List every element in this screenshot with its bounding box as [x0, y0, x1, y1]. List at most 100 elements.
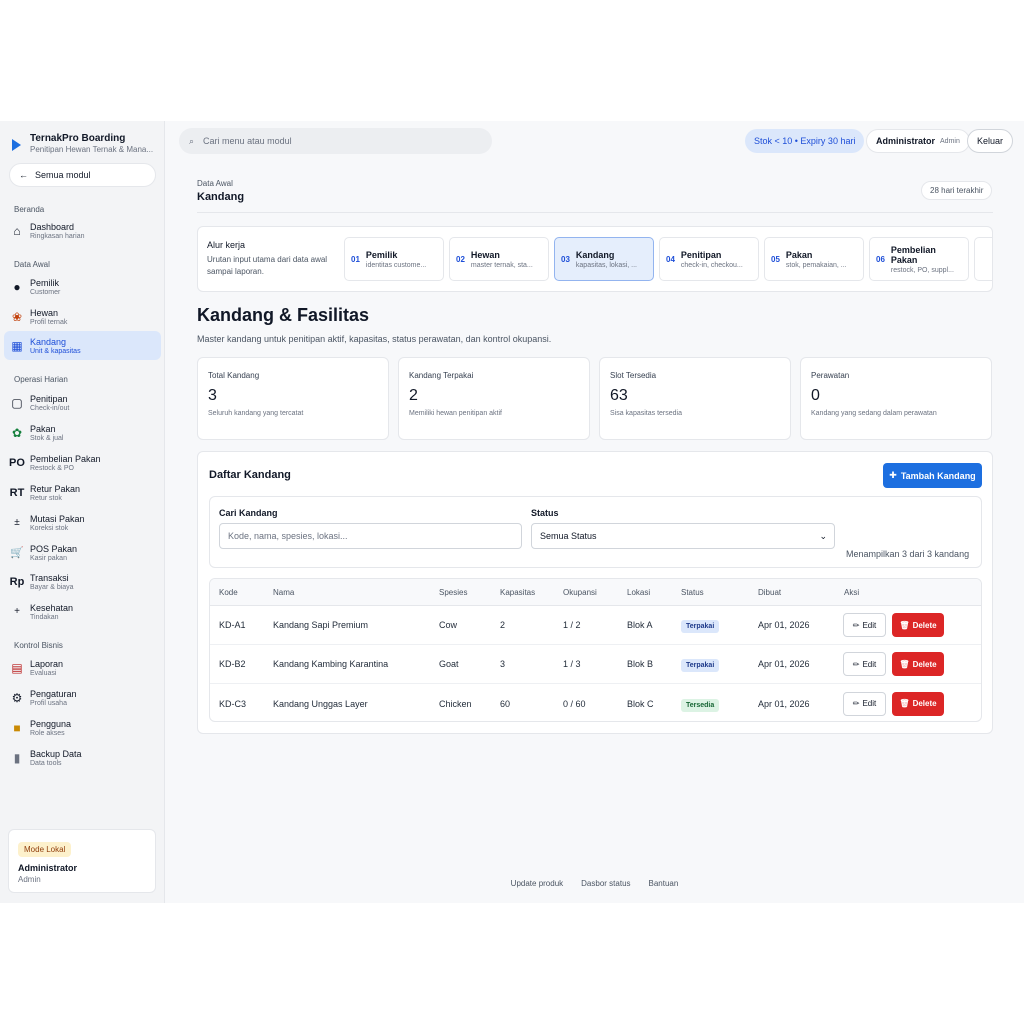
- workflow-step-penitipan[interactable]: 04 Penitipan check-in, checkou...: [659, 237, 759, 281]
- cell-lokasi: Blok C: [627, 698, 654, 709]
- sidebar-item-pos-pakan[interactable]: 🛒 POS Pakan Kasir pakan: [4, 538, 161, 567]
- search-input[interactable]: ⌕ Cari menu atau modul: [179, 128, 492, 154]
- col-aksi: Aksi: [844, 587, 860, 597]
- stat-caption: Kandang yang sedang dalam perawatan: [811, 410, 937, 417]
- logout-button[interactable]: Keluar: [967, 129, 1014, 153]
- footer-link-help[interactable]: Bantuan: [649, 879, 679, 888]
- pencil-icon: ✏: [852, 699, 860, 708]
- delete-button[interactable]: 🗑 Delete: [892, 652, 944, 676]
- sidebar-item-hewan[interactable]: ❀ Hewan Profil ternak: [4, 302, 161, 331]
- sidebar-item-sub: Koreksi stok: [30, 524, 69, 532]
- delete-button[interactable]: 🗑 Delete: [892, 613, 944, 637]
- sidebar-item-label: Pengguna: [30, 718, 72, 729]
- step-desc: identitas custome...: [365, 261, 427, 269]
- sidebar-item-mutasi-pakan[interactable]: ± Mutasi Pakan Koreksi stok: [4, 508, 161, 537]
- sidebar-item-retur-pakan[interactable]: RT Retur Pakan Retur stok: [4, 478, 161, 507]
- sidebar-item-transaksi[interactable]: Rp Transaksi Bayar & biaya: [4, 567, 161, 596]
- table-row: KD-B2 Kandang Kambing Karantina Goat 3 1…: [210, 645, 981, 684]
- all-modules-button[interactable]: ← Semua modul: [9, 163, 156, 187]
- app-window: TernakPro Boarding Penitipan Hewan Terna…: [0, 121, 1024, 903]
- sidebar-item-label: Dashboard: [30, 221, 75, 232]
- cell-kode: KD-C3: [219, 698, 247, 709]
- workflow-step-hewan[interactable]: 02 Hewan master ternak, sta...: [449, 237, 549, 281]
- sidebar-item-label: Pemilik: [30, 277, 60, 288]
- search-placeholder: Cari menu atau modul: [203, 136, 292, 146]
- step-number: 02: [456, 254, 465, 264]
- topbar-user-name: Administrator: [876, 136, 936, 146]
- sidebar-item-sub: Restock & PO: [30, 464, 74, 472]
- step-label: Penitipan: [680, 249, 722, 260]
- section-data-awal: Data Awal: [14, 260, 50, 269]
- search-kandang-input[interactable]: Kode, nama, spesies, lokasi...: [219, 523, 522, 549]
- cell-kapasitas: 60: [500, 698, 511, 709]
- sidebar-item-kandang[interactable]: ▦ Kandang Unit & kapasitas: [4, 331, 161, 360]
- step-label: Pembelian Pakan: [890, 244, 936, 265]
- cell-okupansi: 1 / 2: [563, 620, 581, 630]
- sidebar-item-label: Mutasi Pakan: [30, 513, 85, 524]
- breadcrumb-section[interactable]: Data Awal: [197, 179, 233, 188]
- status-badge: Terpakai: [681, 620, 720, 633]
- filter-box: Cari Kandang Kode, nama, spesies, lokasi…: [209, 496, 982, 568]
- edit-label: Edit: [862, 620, 877, 630]
- grid-icon: ▦: [11, 338, 23, 353]
- workflow-step-pemilik[interactable]: 01 Pemilik identitas custome...: [344, 237, 444, 281]
- step-number: 03: [561, 254, 570, 264]
- step-desc: restock, PO, suppl...: [890, 266, 954, 274]
- col-okupansi: Okupansi: [563, 587, 597, 597]
- sidebar-item-kesehatan[interactable]: + Kesehatan Tindakan: [4, 597, 161, 626]
- cell-nama: Kandang Unggas Layer: [273, 698, 368, 709]
- person-icon: ●: [13, 279, 21, 294]
- brand[interactable]: TernakPro Boarding Penitipan Hewan Terna…: [0, 121, 164, 161]
- status-select[interactable]: Semua Status ⌄: [531, 523, 835, 549]
- stat-label: Perawatan: [811, 371, 850, 380]
- pencil-icon: ✏: [852, 659, 860, 669]
- sidebar-item-pakan[interactable]: ✿ Pakan Stok & jual: [4, 418, 161, 447]
- sidebar-item-penitipan[interactable]: ▢ Penitipan Check-in/out: [4, 388, 161, 417]
- chevron-down-icon: ⌄: [819, 530, 827, 541]
- date-range-badge[interactable]: 28 hari terakhir: [921, 181, 993, 200]
- workflow-step-next[interactable]: [974, 237, 992, 281]
- sidebar-item-dashboard[interactable]: ⌂ Dashboard Ringkasan harian: [4, 216, 161, 245]
- user-menu-button[interactable]: Administrator Admin: [866, 129, 970, 153]
- delete-button[interactable]: 🗑 Delete: [892, 691, 944, 716]
- edit-button[interactable]: ✏ Edit: [843, 691, 886, 716]
- mode-badge: Mode Lokal: [18, 842, 72, 857]
- sidebar-item-backup-data[interactable]: ▮ Backup Data Data tools: [4, 743, 161, 772]
- sidebar-item-laporan[interactable]: ▤ Laporan Evaluasi: [4, 653, 161, 682]
- feed-icon: ✿: [11, 425, 23, 440]
- add-kandang-button[interactable]: ✚ Tambah Kandang: [883, 463, 982, 488]
- sidebar-item-pembelian-pakan[interactable]: PO Pembelian Pakan Restock & PO: [4, 448, 161, 477]
- workflow-step-kandang[interactable]: 03 Kandang kapasitas, lokasi, ...: [554, 237, 654, 281]
- col-kode: Kode: [219, 587, 238, 597]
- workflow-step-pembelian-pakan[interactable]: 06 Pembelian Pakan restock, PO, suppl...: [869, 237, 969, 281]
- stat-label: Total Kandang: [208, 371, 260, 380]
- sidebar-item-pengguna[interactable]: ■ Pengguna Role akses: [4, 713, 161, 742]
- sidebar-item-label: Hewan: [30, 307, 59, 318]
- edit-button[interactable]: ✏ Edit: [843, 613, 886, 637]
- sidebar-item-sub: Stok & jual: [30, 434, 64, 442]
- sidebar-item-sub: Data tools: [30, 759, 62, 767]
- stock-alert-badge[interactable]: Stok < 10 • Expiry 30 hari: [745, 129, 865, 153]
- section-beranda: Beranda: [14, 205, 45, 214]
- stat-label: Kandang Terpakai: [409, 371, 474, 380]
- footer-link-status[interactable]: Dasbor status: [581, 879, 630, 888]
- edit-button[interactable]: ✏ Edit: [843, 652, 886, 676]
- col-spesies: Spesies: [439, 587, 468, 597]
- sidebar-item-sub: Retur stok: [30, 494, 62, 502]
- workflow-step-pakan[interactable]: 05 Pakan stok, pemakaian, ...: [764, 237, 864, 281]
- footer-link-update[interactable]: Update produk: [511, 879, 563, 888]
- step-label: Pemilik: [365, 249, 398, 260]
- user-role: Admin: [18, 875, 41, 884]
- health-plus-icon: +: [14, 606, 20, 617]
- table-row: KD-C3 Kandang Unggas Layer Chicken 60 0 …: [210, 684, 981, 721]
- step-label: Pakan: [785, 249, 813, 260]
- cell-kode: KD-B2: [219, 659, 246, 669]
- delete-label: Delete: [912, 659, 937, 669]
- sidebar-item-pemilik[interactable]: ● Pemilik Customer: [4, 272, 161, 301]
- cell-nama: Kandang Sapi Premium: [273, 620, 369, 630]
- stat-value: 63: [610, 387, 628, 404]
- cell-kode: KD-A1: [219, 620, 246, 630]
- trash-icon: 🗑: [899, 620, 910, 630]
- sidebar-item-pengaturan[interactable]: ⚙ Pengaturan Profil usaha: [4, 683, 161, 712]
- stat-card-perawatan: Perawatan 0 Kandang yang sedang dalam pe…: [800, 357, 992, 440]
